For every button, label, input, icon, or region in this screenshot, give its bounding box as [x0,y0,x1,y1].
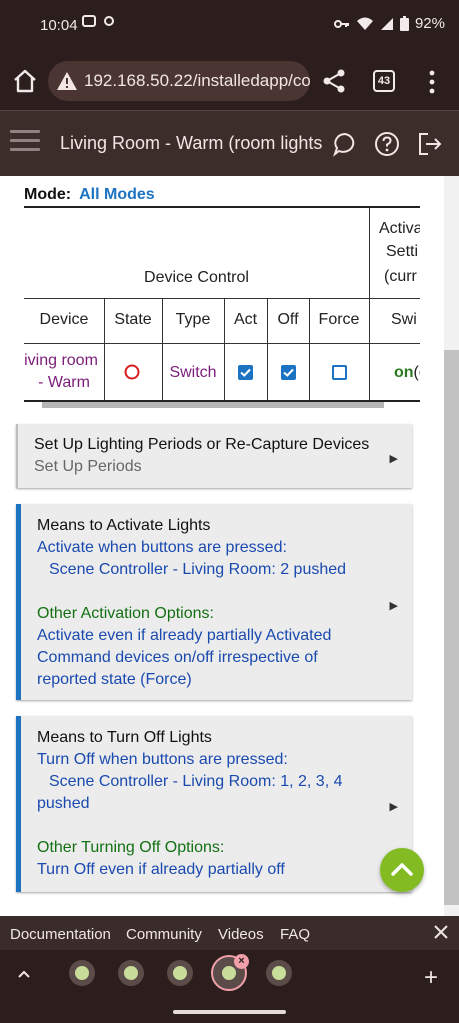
off-checkbox[interactable] [281,365,296,380]
scroll-to-top-button[interactable] [380,848,424,892]
warning-icon[interactable] [56,71,78,91]
activate-card-title: Means to Activate Lights [37,517,211,534]
expand-arrow-icon: ▶ [389,453,398,465]
gesture-home-bar[interactable] [173,1010,286,1014]
activate-option1: Activate even if already partially Activ… [37,627,332,644]
activate-line1: Activate when buttons are pressed: [37,539,287,556]
activate-lights-card[interactable]: Means to Activate Lights Activate when b… [16,504,412,700]
activate-option2: Command devices on/off irrespective of [37,649,318,666]
activate-option3: reported state (Force) [37,671,192,688]
expand-arrow-icon: ▶ [389,600,398,612]
switch-setting: on(c [394,364,420,382]
logout-icon[interactable] [417,131,443,157]
wifi-icon [356,17,373,30]
device-control-table: Device Control Activa Setti (curr Device… [24,206,420,402]
footer-link-community[interactable]: Community [126,926,202,943]
battery-percent: 92% [414,15,445,32]
mode-label: Mode: [24,186,72,203]
turnoff-line1: Turn Off when buttons are pressed: [37,751,288,768]
main-content: Mode: All Modes Device Control Activa Set… [0,176,459,916]
mode-value-link[interactable]: All Modes [79,186,155,203]
chat-icon[interactable] [332,131,358,157]
address-bar[interactable]: 192.168.50.22/installedapp/co [48,61,310,101]
expand-arrow-icon: ▶ [389,801,398,813]
activation-header-line1: Activa [379,220,420,237]
home-icon[interactable] [12,68,38,94]
table-scrollbar[interactable] [42,402,384,408]
turnoff-line2: Scene Controller - Living Room: 1, 2, 3,… [49,773,343,790]
column-header-device: Device [39,311,89,328]
setup-card-title: Set Up Lighting Periods or Re-Capture De… [34,436,370,453]
column-header-off: Off [277,311,299,328]
url-text[interactable]: 192.168.50.22/installedapp/co [84,71,310,91]
activation-header-line2: Setti [386,243,419,260]
mode-row: Mode: All Modes [24,186,155,204]
close-icon[interactable] [433,924,449,940]
switch-rest-value: (c [413,364,420,381]
tab-strip: × + [0,950,459,1023]
browser-toolbar: 192.168.50.22/installedapp/co 43 [0,52,459,110]
signal-icon [380,17,393,30]
act-checkbox[interactable] [238,365,253,380]
column-header-act: Act [233,311,258,328]
column-header-type: Type [175,311,211,328]
help-icon[interactable] [374,131,400,157]
tab-favicon[interactable] [266,960,292,986]
footer-link-videos[interactable]: Videos [218,926,264,943]
device-type: Switch [169,364,217,381]
more-menu-icon[interactable] [426,70,438,94]
key-icon [333,19,349,28]
column-header-switch: Swi [391,311,417,328]
battery-icon [399,16,409,31]
page-scrollbar-thumb[interactable] [444,350,459,905]
status-time: 10:04 [40,17,78,34]
tab-favicon[interactable] [118,960,144,986]
status-bar: 10:04 92% [0,0,459,52]
activate-line2: Scene Controller - Living Room: 2 pushed [49,561,347,578]
switch-on-value: on [394,364,414,381]
tab-switcher-button[interactable]: 43 [373,70,395,92]
app-header: Living Room - Warm (room lights) [0,110,459,176]
chevron-up-icon[interactable] [16,968,32,980]
new-tab-icon[interactable]: + [424,964,438,992]
setup-periods-card[interactable]: Set Up Lighting Periods or Re-Capture De… [16,424,412,488]
turnoff-line3: pushed [37,795,90,812]
column-header-force: Force [318,311,360,328]
tab-favicon[interactable] [167,960,193,986]
chevron-up-icon [391,863,413,876]
footer-link-faq[interactable]: FAQ [280,926,310,943]
state-circle-icon [124,364,140,380]
device-control-header: Device Control [144,269,249,286]
page-title: Living Room - Warm (room lights) [60,133,322,153]
turnoff-card-title: Means to Turn Off Lights [37,729,212,746]
device-name-line2[interactable]: - Warm [24,374,104,392]
turnoff-option1: Turn Off even if already partially off [37,861,285,878]
column-header-state: State [114,311,152,328]
message-icon [82,15,96,27]
setup-card-subtitle: Set Up Periods [34,458,142,475]
activate-other-title: Other Activation Options: [37,605,214,622]
hotspot-icon [104,16,114,26]
hamburger-menu-icon[interactable] [10,130,40,152]
close-tab-icon[interactable]: × [234,954,249,969]
share-icon[interactable] [322,68,346,94]
footer-links-bar: Documentation Community Videos FAQ [0,916,459,950]
footer-link-documentation[interactable]: Documentation [10,926,111,943]
force-checkbox[interactable] [332,365,347,380]
turn-off-lights-card[interactable]: Means to Turn Off Lights Turn Off when b… [16,716,412,892]
turnoff-other-title: Other Turning Off Options: [37,839,225,856]
device-name-line1[interactable]: iving room [24,352,104,370]
tab-favicon[interactable] [69,960,95,986]
activation-header-line3: (curr [384,268,417,285]
